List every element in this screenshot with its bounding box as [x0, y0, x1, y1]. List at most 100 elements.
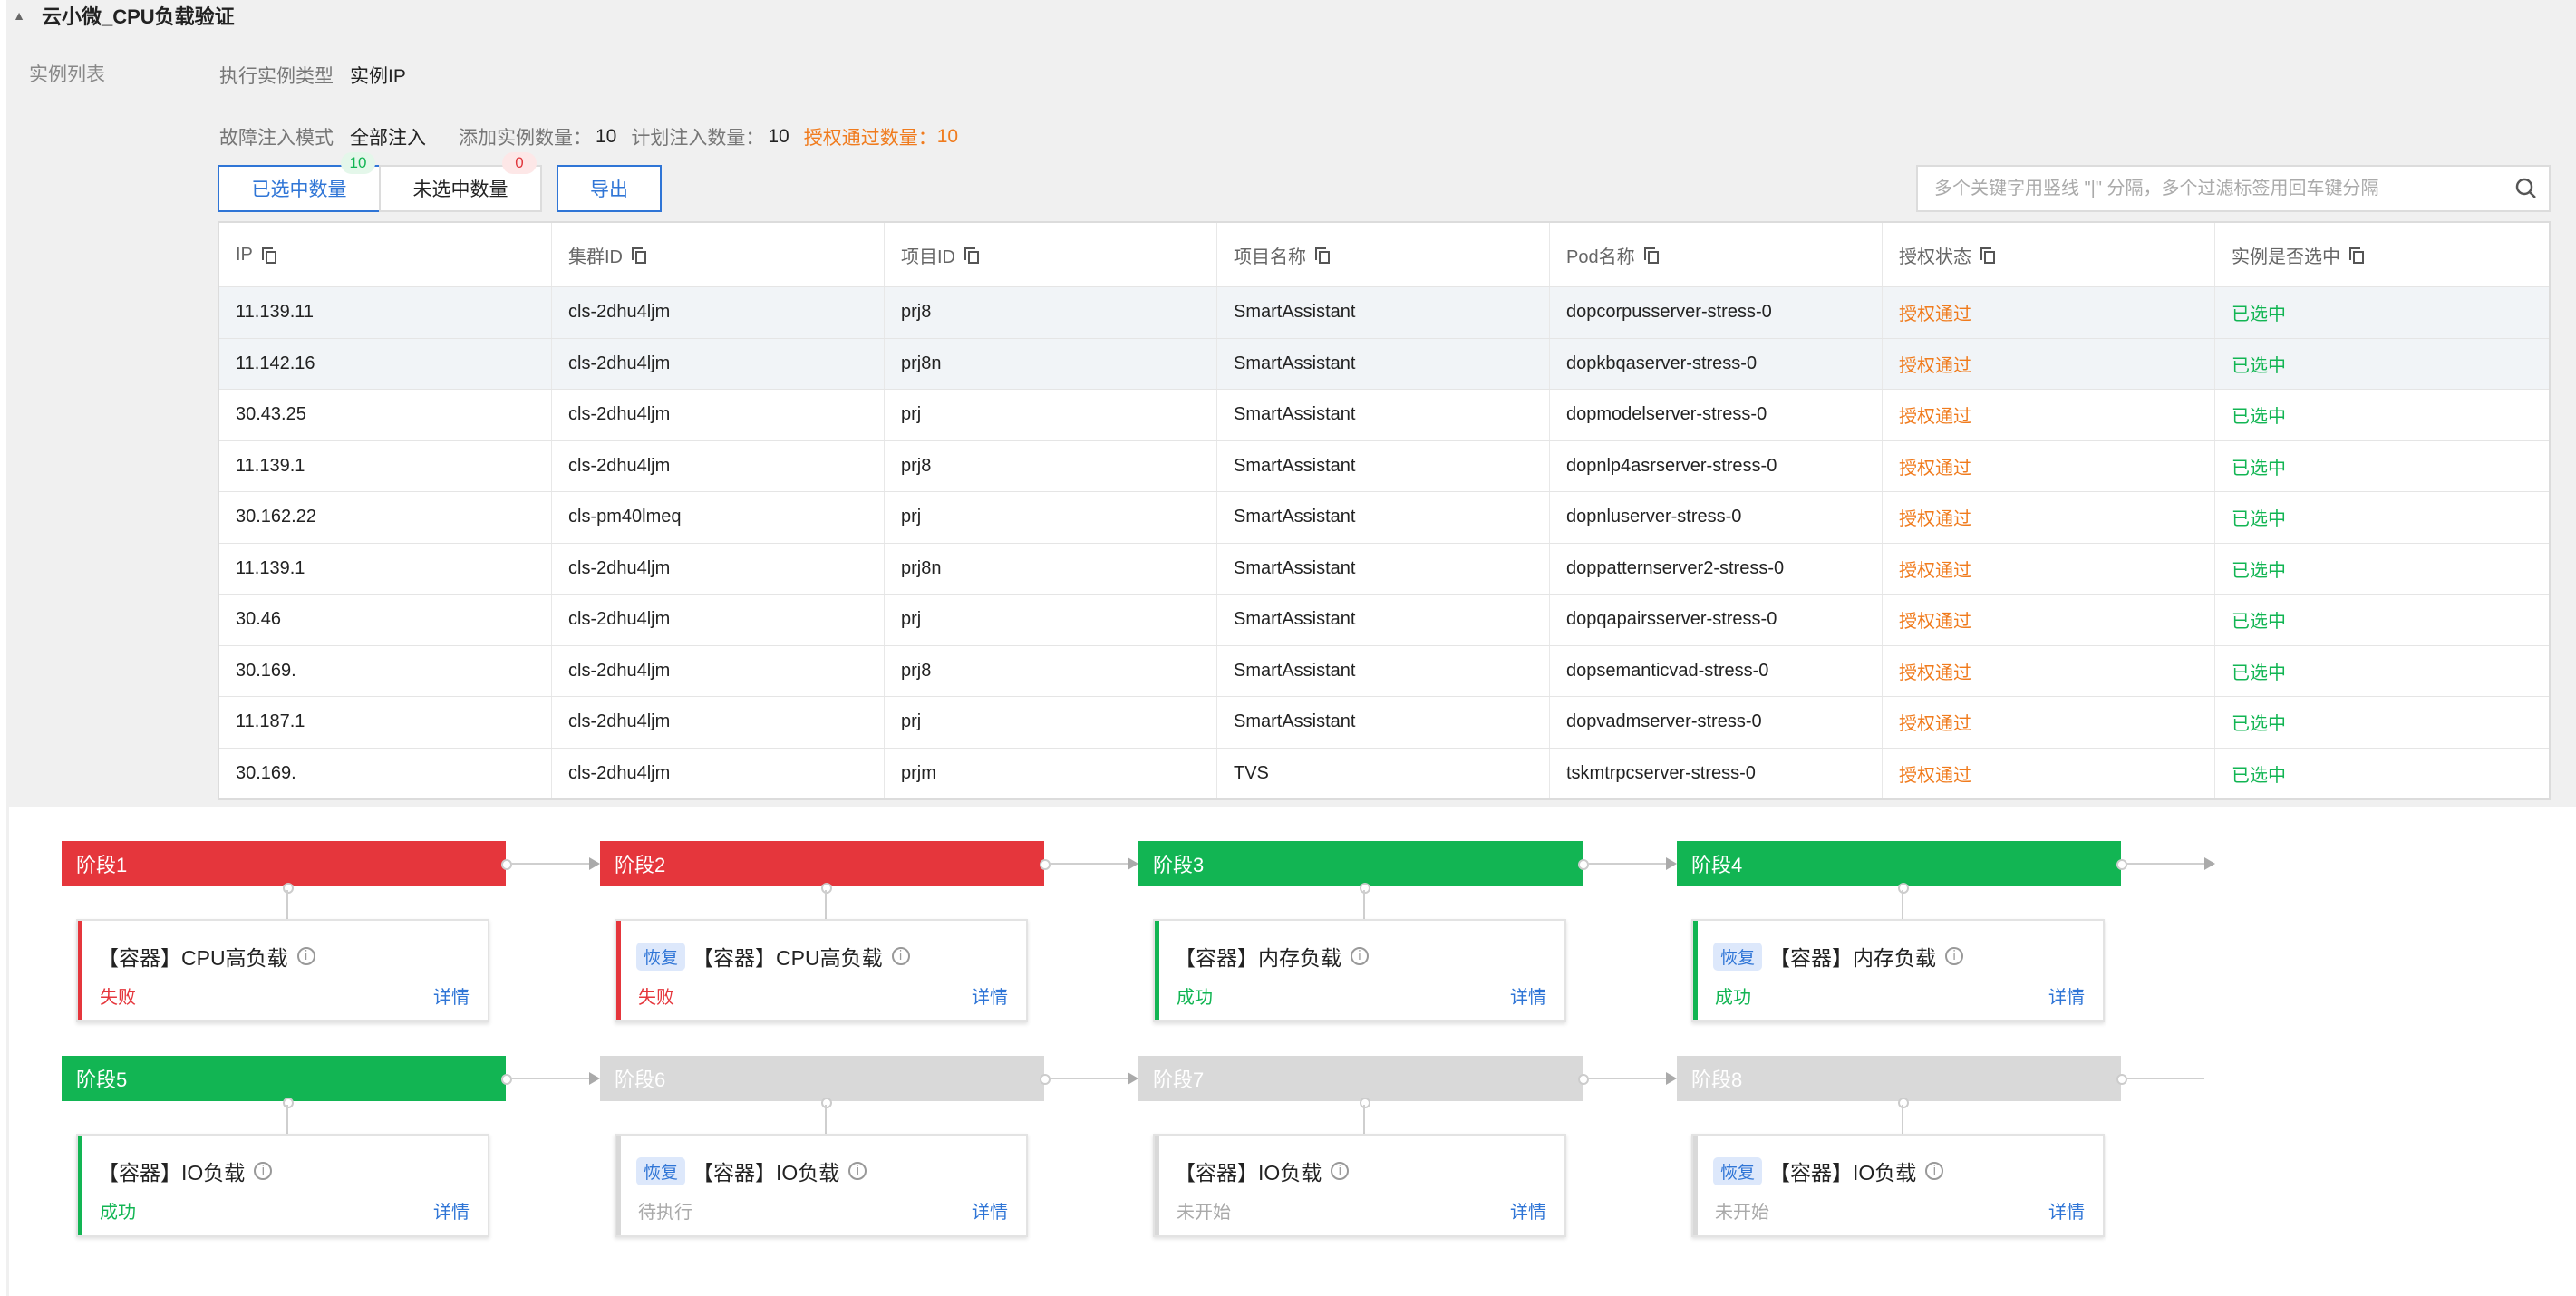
- cell-ip: 30.162.22: [219, 492, 552, 543]
- task-title: 【容器】CPU高负载 i: [98, 941, 315, 972]
- task-name: 【容器】CPU高负载: [692, 946, 883, 970]
- cell-pod-name: dopvadmserver-stress-0: [1550, 697, 1883, 748]
- selected-count-button[interactable]: 已选中数量 10: [218, 152, 381, 212]
- info-icon[interactable]: i: [1331, 1162, 1350, 1180]
- card-connector-dot: [1898, 1098, 1909, 1108]
- unselected-count-button[interactable]: 未选中数量 0: [379, 152, 542, 212]
- collapse-caret-icon[interactable]: ▲: [9, 8, 29, 23]
- table-row[interactable]: 11.139.1 cls-2dhu4ljm prj8n SmartAssistant d…: [219, 542, 2549, 594]
- cell-project-id: prj8: [885, 287, 1217, 338]
- info-icon[interactable]: i: [891, 947, 910, 965]
- planned-count-label: 计划注入数量：: [631, 128, 765, 149]
- task-card[interactable]: 恢复 【容器】内存负载 i 成功 详情: [1691, 919, 2105, 1022]
- copy-icon[interactable]: [1980, 247, 1995, 264]
- stage-connector-line: [1050, 863, 1128, 865]
- task-card[interactable]: 恢复 【容器】IO负载 i 待执行 详情: [615, 1134, 1028, 1237]
- fault-mode-row: 故障注入模式 全部注入 添加实例数量： 10 计划注入数量： 10 授权通过数量…: [219, 123, 958, 150]
- table-row[interactable]: 30.43.25 cls-2dhu4ljm prj SmartAssistant dop…: [219, 389, 2549, 440]
- info-icon[interactable]: i: [1351, 947, 1369, 965]
- stage-bar: 阶段1: [62, 841, 506, 886]
- fault-mode-label: 故障注入模式: [219, 128, 334, 149]
- table-row[interactable]: 11.139.11 cls-2dhu4ljm prj8 SmartAssistant d…: [219, 286, 2549, 338]
- cell-ip: 11.139.1: [219, 543, 552, 594]
- table-row[interactable]: 30.162.22 cls-pm40lmeq prj SmartAssistant do…: [219, 491, 2549, 543]
- task-card[interactable]: 【容器】IO负载 i 成功 详情: [76, 1134, 489, 1237]
- card-connector-dot: [283, 883, 294, 894]
- search-icon[interactable]: [2503, 177, 2549, 200]
- cell-project-name: SmartAssistant: [1217, 440, 1550, 491]
- table-row[interactable]: 11.139.1 cls-2dhu4ljm prj8 SmartAssistant do…: [219, 440, 2549, 491]
- cell-project-name: SmartAssistant: [1217, 645, 1550, 696]
- section-header[interactable]: ▲ 云小微_CPU负载验证: [9, 0, 235, 31]
- info-icon[interactable]: i: [1945, 947, 1964, 965]
- table-row[interactable]: 30.169. cls-2dhu4ljm prj8 SmartAssistant dop…: [219, 644, 2549, 696]
- stage-connector-dot: [1578, 1074, 1589, 1085]
- detail-link[interactable]: 详情: [433, 1197, 470, 1223]
- task-card[interactable]: 【容器】CPU高负载 i 失败 详情: [76, 919, 489, 1022]
- task-name: 【容器】IO负载: [1769, 1161, 1917, 1185]
- copy-icon[interactable]: [2349, 247, 2364, 264]
- detail-link[interactable]: 详情: [2048, 1197, 2085, 1223]
- info-icon[interactable]: i: [254, 1162, 273, 1180]
- detail-link[interactable]: 详情: [972, 982, 1008, 1009]
- search-box: [1916, 165, 2551, 212]
- copy-icon[interactable]: [1315, 247, 1330, 264]
- cell-project-id: prj8: [885, 440, 1217, 491]
- info-icon[interactable]: i: [296, 947, 315, 965]
- cell-project-name: SmartAssistant: [1217, 287, 1550, 338]
- info-icon[interactable]: i: [1925, 1162, 1944, 1180]
- cell-auth-status: 授权通过: [1883, 748, 2215, 798]
- cell-is-selected: 已选中: [2232, 663, 2286, 683]
- copy-icon[interactable]: [964, 247, 979, 264]
- stage-connector-dot: [501, 859, 512, 870]
- task-card[interactable]: 恢复 【容器】IO负载 i 未开始 详情: [1691, 1134, 2105, 1237]
- copy-icon[interactable]: [261, 247, 276, 264]
- cell-pod-name: dopqapairsserver-stress-0: [1550, 595, 1883, 645]
- table-row[interactable]: 30.169. cls-2dhu4ljm prjm TVS tskmtrpcserver…: [219, 747, 2549, 798]
- col-header-project-id[interactable]: 项目ID: [885, 223, 1217, 286]
- card-connector-line: [286, 1105, 288, 1134]
- cell-cluster-id: cls-2dhu4ljm: [552, 697, 885, 748]
- instance-table: IP 集群ID 项目ID 项目名称 Pod名称 授权状态 实例是否选中 11.1…: [218, 221, 2551, 800]
- cell-pod-name: tskmtrpcserver-stress-0: [1550, 748, 1883, 798]
- cell-pod-name: dopsemanticvad-stress-0: [1550, 645, 1883, 696]
- cell-cluster-id: cls-pm40lmeq: [552, 492, 885, 543]
- cell-auth-status: 授权通过: [1883, 543, 2215, 594]
- col-header-project-name[interactable]: 项目名称: [1217, 223, 1550, 286]
- exec-type-value: 实例IP: [350, 66, 406, 87]
- fault-mode-value: 全部注入: [350, 128, 426, 149]
- unselected-count-label: 未选中数量: [412, 179, 508, 200]
- col-header-is-selected[interactable]: 实例是否选中: [2215, 223, 2548, 286]
- task-card[interactable]: 【容器】内存负载 i 成功 详情: [1153, 919, 1566, 1022]
- cell-project-id: prj: [885, 697, 1217, 748]
- copy-icon[interactable]: [1643, 247, 1659, 264]
- info-icon[interactable]: i: [848, 1162, 867, 1180]
- copy-icon[interactable]: [632, 247, 646, 264]
- search-input[interactable]: [1918, 167, 2503, 210]
- cell-ip: 30.46: [219, 595, 552, 645]
- col-header-ip[interactable]: IP: [219, 223, 552, 286]
- card-accent: [1155, 921, 1159, 1020]
- table-row[interactable]: 11.187.1 cls-2dhu4ljm prj SmartAssistant dop…: [219, 696, 2549, 748]
- card-connector-dot: [1360, 1098, 1370, 1108]
- task-card[interactable]: 【容器】IO负载 i 未开始 详情: [1153, 1134, 1566, 1237]
- stage-name: 阶段7: [1153, 1069, 1205, 1091]
- stage-arrow-icon: [1666, 857, 1677, 870]
- detail-link[interactable]: 详情: [1510, 1197, 1546, 1223]
- stage-arrow-icon: [589, 857, 600, 870]
- stage-name: 阶段1: [76, 854, 128, 876]
- export-button[interactable]: 导出: [557, 165, 662, 212]
- col-header-auth-status[interactable]: 授权状态: [1883, 223, 2215, 286]
- table-row[interactable]: 11.142.16 cls-2dhu4ljm prj8n SmartAssistant…: [219, 337, 2549, 389]
- detail-link[interactable]: 详情: [972, 1197, 1008, 1223]
- detail-link[interactable]: 详情: [1510, 982, 1546, 1009]
- stage-bar: 阶段4: [1677, 841, 2121, 886]
- task-card[interactable]: 恢复 【容器】CPU高负载 i 失败 详情: [615, 919, 1028, 1022]
- card-accent: [78, 1136, 82, 1235]
- detail-link[interactable]: 详情: [2048, 982, 2085, 1009]
- table-row[interactable]: 30.46 cls-2dhu4ljm prj SmartAssistant dopqap…: [219, 594, 2549, 645]
- cell-project-id: prj: [885, 390, 1217, 440]
- detail-link[interactable]: 详情: [433, 982, 470, 1009]
- col-header-cluster-id[interactable]: 集群ID: [552, 223, 885, 286]
- col-header-pod-name[interactable]: Pod名称: [1550, 223, 1883, 286]
